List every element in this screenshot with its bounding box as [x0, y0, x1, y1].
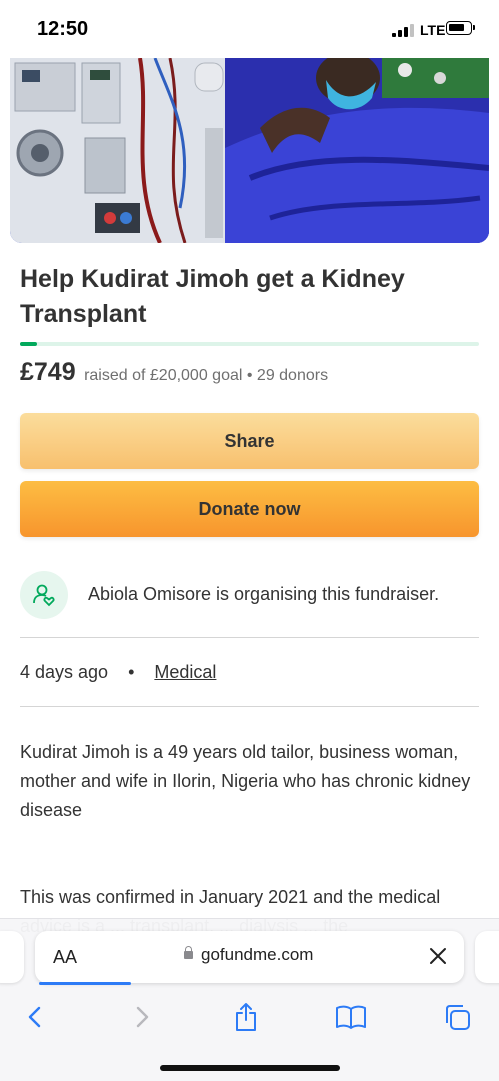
divider: [20, 637, 479, 638]
goal-and-donors: raised of £20,000 goal • 29 donors: [84, 367, 329, 384]
bookmarks-icon[interactable]: [331, 997, 371, 1037]
close-icon[interactable]: [428, 946, 448, 966]
address-bar[interactable]: AA gofundme.com: [35, 931, 464, 985]
next-tab[interactable]: [475, 931, 499, 983]
meta-separator: •: [128, 662, 135, 682]
person-heart-icon: [20, 571, 68, 619]
status-bar: 12:50 LTE: [0, 0, 499, 58]
lock-icon: [184, 946, 193, 959]
home-indicator: [160, 1065, 340, 1071]
cellular-signal-icon: [392, 24, 414, 37]
status-time: 12:50: [37, 18, 89, 40]
browser-toolbar: AA gofundme.com: [0, 918, 499, 1081]
donate-now-button[interactable]: Donate now: [20, 481, 479, 537]
amount-raised: £749: [20, 358, 76, 386]
raised-summary: £749 raised of £20,000 goal • 29 donors: [20, 358, 328, 387]
page-load-progress: [39, 982, 131, 985]
back-icon[interactable]: [15, 997, 55, 1037]
share-button[interactable]: Share: [20, 413, 479, 469]
previous-tab[interactable]: [0, 931, 24, 983]
posted-time: 4 days ago: [20, 662, 109, 682]
story-paragraph: Kudirat Jimoh is a 49 years old tailor, …: [20, 742, 471, 820]
browser-nav-toolbar: [0, 997, 499, 1037]
forward-icon[interactable]: [122, 997, 162, 1037]
tabs-icon[interactable]: [437, 997, 477, 1037]
campaign-hero-image: [10, 58, 489, 243]
campaign-title: Help Kudirat Jimoh get a Kidney Transpla…: [20, 265, 405, 328]
divider: [20, 706, 479, 707]
donation-progress-bar: [20, 342, 479, 346]
share-icon[interactable]: [226, 997, 266, 1037]
battery-icon: [446, 21, 475, 35]
campaign-meta: 4 days ago • Medical: [20, 662, 216, 683]
network-type: LTE: [420, 22, 446, 38]
donation-progress-fill: [20, 342, 37, 346]
campaign-story: Kudirat Jimoh is a 49 years old tailor, …: [20, 738, 480, 936]
story-paragraph: This was confirmed in January 2021 and t…: [20, 887, 441, 907]
organiser-row: Abiola Omisore is organising this fundra…: [20, 571, 480, 619]
category-link[interactable]: Medical: [154, 662, 216, 682]
text-size-button[interactable]: AA: [53, 947, 77, 968]
organiser-text: Abiola Omisore is organising this fundra…: [88, 584, 440, 604]
url-domain[interactable]: gofundme.com: [201, 945, 313, 965]
